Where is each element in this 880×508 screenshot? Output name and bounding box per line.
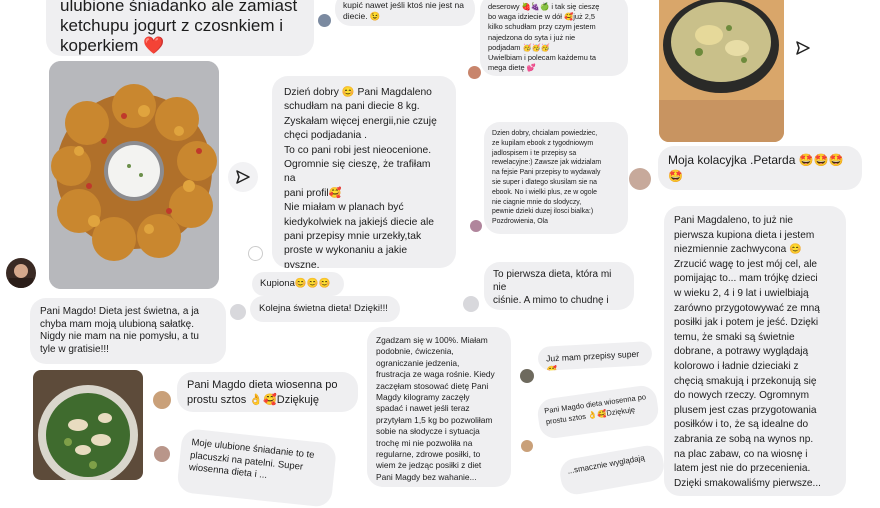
message-text: Zgadzam się w 100%. Miałam podobnie, ćwi… <box>376 335 495 482</box>
message-bubble-top-left: ulubione śniadanko ale zamiast ketchupu … <box>46 0 314 56</box>
message-bubble: ...smacznie wyglądają <box>557 443 667 497</box>
user-avatar <box>629 168 651 190</box>
message-text: Pani Magdo! Dieta jest świetna, a ja chy… <box>40 306 199 355</box>
message-bubble: deserowy 🍓🍇🍏 i tak się cieszę bo waga id… <box>480 0 628 76</box>
message-text: Kolejna świetna dieta! Dzięki!!! <box>259 303 388 314</box>
message-bubble-zgadzam: Zgadzam się w 100%. Miałam podobnie, ćwi… <box>367 327 511 487</box>
user-avatar <box>153 391 171 409</box>
message-text: To pierwsza dieta, która mi nie ciśnie. … <box>493 269 612 310</box>
message-text: Moja kolacyjka .Petarda 🤩🤩🤩 🤩 <box>668 153 844 183</box>
message-text: Kupiona😊😊😊 <box>260 278 331 289</box>
message-bubble: Kolejna świetna dieta! Dzięki!!! <box>250 296 400 322</box>
message-bubble-ola: Dzien dobry, chcialam powiedziec, ze kup… <box>484 122 628 234</box>
message-bubble: To pierwsza dieta, która mi nie ciśnie. … <box>484 262 634 310</box>
message-text: deserowy 🍓🍇🍏 i tak się cieszę bo waga id… <box>488 2 600 73</box>
user-avatar <box>6 258 36 288</box>
message-bubble-long: Dzień dobry 😊 Pani Magdaleno schudłam na… <box>272 76 456 268</box>
message-text: ulubione śniadanko ale zamiast ketchupu … <box>60 0 298 55</box>
message-text: Pani Magdo dieta wiosenna po prostu szto… <box>543 392 647 427</box>
user-avatar <box>230 304 246 320</box>
message-bubble-tilted: Pani Magdo dieta wiosenna po prostu szto… <box>535 383 661 441</box>
message-text: Pani Magdo dieta wiosenna po prostu szto… <box>187 379 338 406</box>
send-icon[interactable] <box>788 33 818 63</box>
message-text: Dzien dobry, chcialam powiedziec, ze kup… <box>492 130 602 226</box>
message-bubble-magdo: Pani Magdo! Dieta jest świetna, a ja chy… <box>30 298 226 364</box>
send-icon[interactable] <box>228 162 258 192</box>
fritters-photo <box>49 61 219 289</box>
message-bubble: Pani Magdo dieta wiosenna po prostu szto… <box>177 372 358 412</box>
message-text: Dzień dobry 😊 Pani Magdaleno schudłam na… <box>284 87 437 268</box>
user-avatar <box>468 66 481 79</box>
message-bubble: kupić nawet jeśli ktoś nie jest na dieci… <box>335 0 475 26</box>
user-avatar <box>470 220 482 232</box>
message-bubble-long: Pani Magdaleno, to już nie pierwsza kupi… <box>664 206 846 496</box>
message-text: Już mam przepisy super🥰 <box>545 348 640 371</box>
user-avatar <box>463 296 479 312</box>
message-text: kupić nawet jeśli ktoś nie jest na dieci… <box>343 0 464 21</box>
message-text: Pani Magdaleno, to już nie pierwsza kupi… <box>674 215 821 489</box>
message-text: Moje ulubione śniadanie to te placuszki … <box>188 437 316 482</box>
salad-photo <box>33 370 143 480</box>
sparkle-avatar <box>248 246 263 261</box>
message-bubble-kolacja: Moja kolacyjka .Petarda 🤩🤩🤩 🤩 <box>658 146 862 190</box>
user-avatar <box>318 14 331 27</box>
message-text: ...smacznie wyglądają <box>566 453 646 476</box>
user-avatar <box>521 440 533 452</box>
message-bubble: Kupiona😊😊😊 <box>252 272 344 296</box>
user-avatar <box>154 446 170 462</box>
message-bubble-tilted: Moje ulubione śniadanie to te placuszki … <box>176 428 338 508</box>
dinner-photo <box>659 0 784 142</box>
user-avatar <box>520 369 534 383</box>
message-bubble: Już mam przepisy super🥰 <box>537 341 653 371</box>
